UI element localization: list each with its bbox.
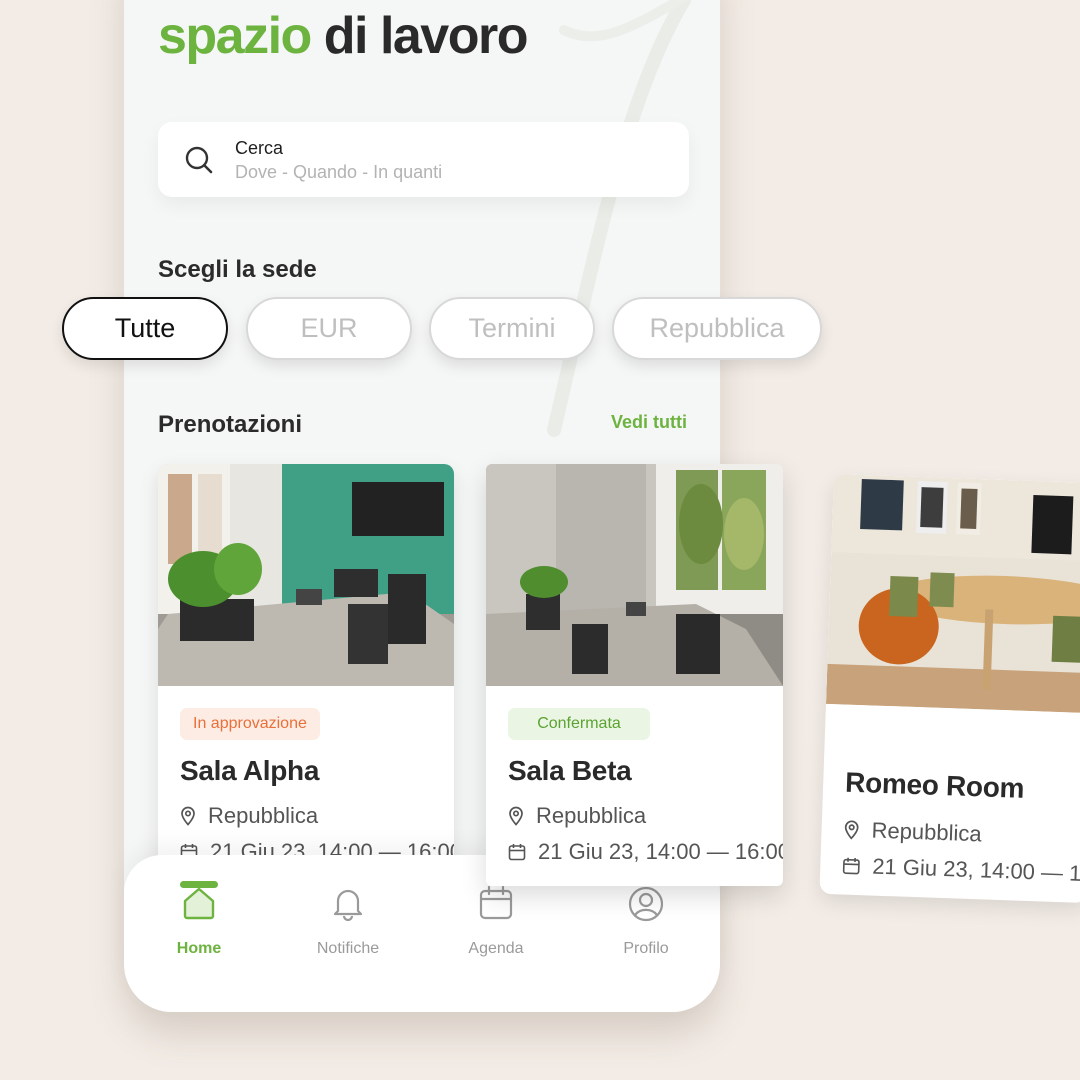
room-location: Repubblica: [843, 817, 982, 848]
location-pin-icon: [181, 806, 195, 826]
location-chip-repubblica[interactable]: Repubblica: [612, 297, 822, 360]
room-location-text: Repubblica: [208, 803, 319, 828]
home-icon: [183, 887, 215, 920]
room-datetime-text: 21 Giu 23, 14:00 — 16:00: [538, 839, 783, 864]
status-badge-pending: In approvazione: [180, 708, 320, 740]
nav-label-notifiche: Notifiche: [316, 940, 380, 957]
nav-item-notifiche[interactable]: Notifiche: [293, 885, 403, 958]
calendar-icon: [479, 885, 513, 920]
nav-label-agenda: Agenda: [468, 940, 524, 957]
room-location-text: Repubblica: [536, 803, 647, 828]
nav-label-profilo: Profilo: [623, 940, 669, 957]
room-location: Repubblica: [180, 803, 318, 829]
location-chip-termini[interactable]: Termini: [429, 297, 595, 360]
page-title-rest: di lavoro: [323, 7, 529, 65]
location-pin-icon: [844, 820, 859, 840]
room-datetime: 21 Giu 23, 14:00 — 16:00: [842, 853, 1080, 889]
room-name: Romeo Room: [844, 766, 1025, 804]
room-datetime: 21 Giu 23, 14:00 — 16:00: [508, 839, 783, 865]
active-tab-indicator: [180, 881, 218, 888]
room-photo: [825, 474, 1080, 714]
booking-card-sala-alpha[interactable]: In approvazione Sala Alpha Repubblica 21…: [158, 464, 454, 884]
room-name: Sala Beta: [508, 755, 632, 786]
locations-heading: Scegli la sede: [158, 256, 317, 283]
room-location: Repubblica: [508, 803, 646, 829]
search-icon: [185, 146, 213, 174]
user-circle-icon: [628, 886, 664, 922]
nav-item-profilo[interactable]: Profilo: [591, 885, 701, 958]
booking-card-romeo-room[interactable]: Romeo Room Repubblica 21 Giu 23, 14:00 —…: [819, 474, 1080, 904]
location-pin-icon: [509, 806, 523, 826]
calendar-icon: [508, 844, 526, 861]
room-datetime-text: 21 Giu 23, 14:00 — 16:00: [871, 853, 1080, 888]
nav-item-agenda[interactable]: Agenda: [441, 885, 551, 958]
room-location-text: Repubblica: [871, 817, 983, 847]
see-all-link[interactable]: Vedi tutti: [611, 412, 687, 433]
room-name: Sala Alpha: [180, 755, 320, 786]
nav-item-home[interactable]: Home: [144, 881, 254, 958]
bookings-heading: Prenotazioni: [158, 411, 303, 438]
bell-icon: [333, 889, 363, 921]
booking-card-sala-beta[interactable]: Confermata Sala Beta Repubblica 21 Giu 2…: [486, 464, 783, 886]
location-chip-tutte[interactable]: Tutte: [62, 297, 228, 360]
nav-label-home: Home: [176, 940, 222, 957]
search-title: Cerca: [235, 138, 284, 158]
search-bar[interactable]: Cerca Dove - Quando - In quanti: [158, 122, 689, 197]
location-chip-eur[interactable]: EUR: [246, 297, 412, 360]
room-photo: [486, 464, 783, 686]
status-badge-confirmed: Confermata: [508, 708, 650, 740]
page-title: spazio di lavoro: [158, 6, 529, 66]
room-photo: [158, 464, 454, 686]
search-placeholder: Dove - Quando - In quanti: [235, 162, 443, 182]
calendar-icon: [842, 857, 860, 875]
page-title-accent: spazio: [158, 7, 312, 65]
